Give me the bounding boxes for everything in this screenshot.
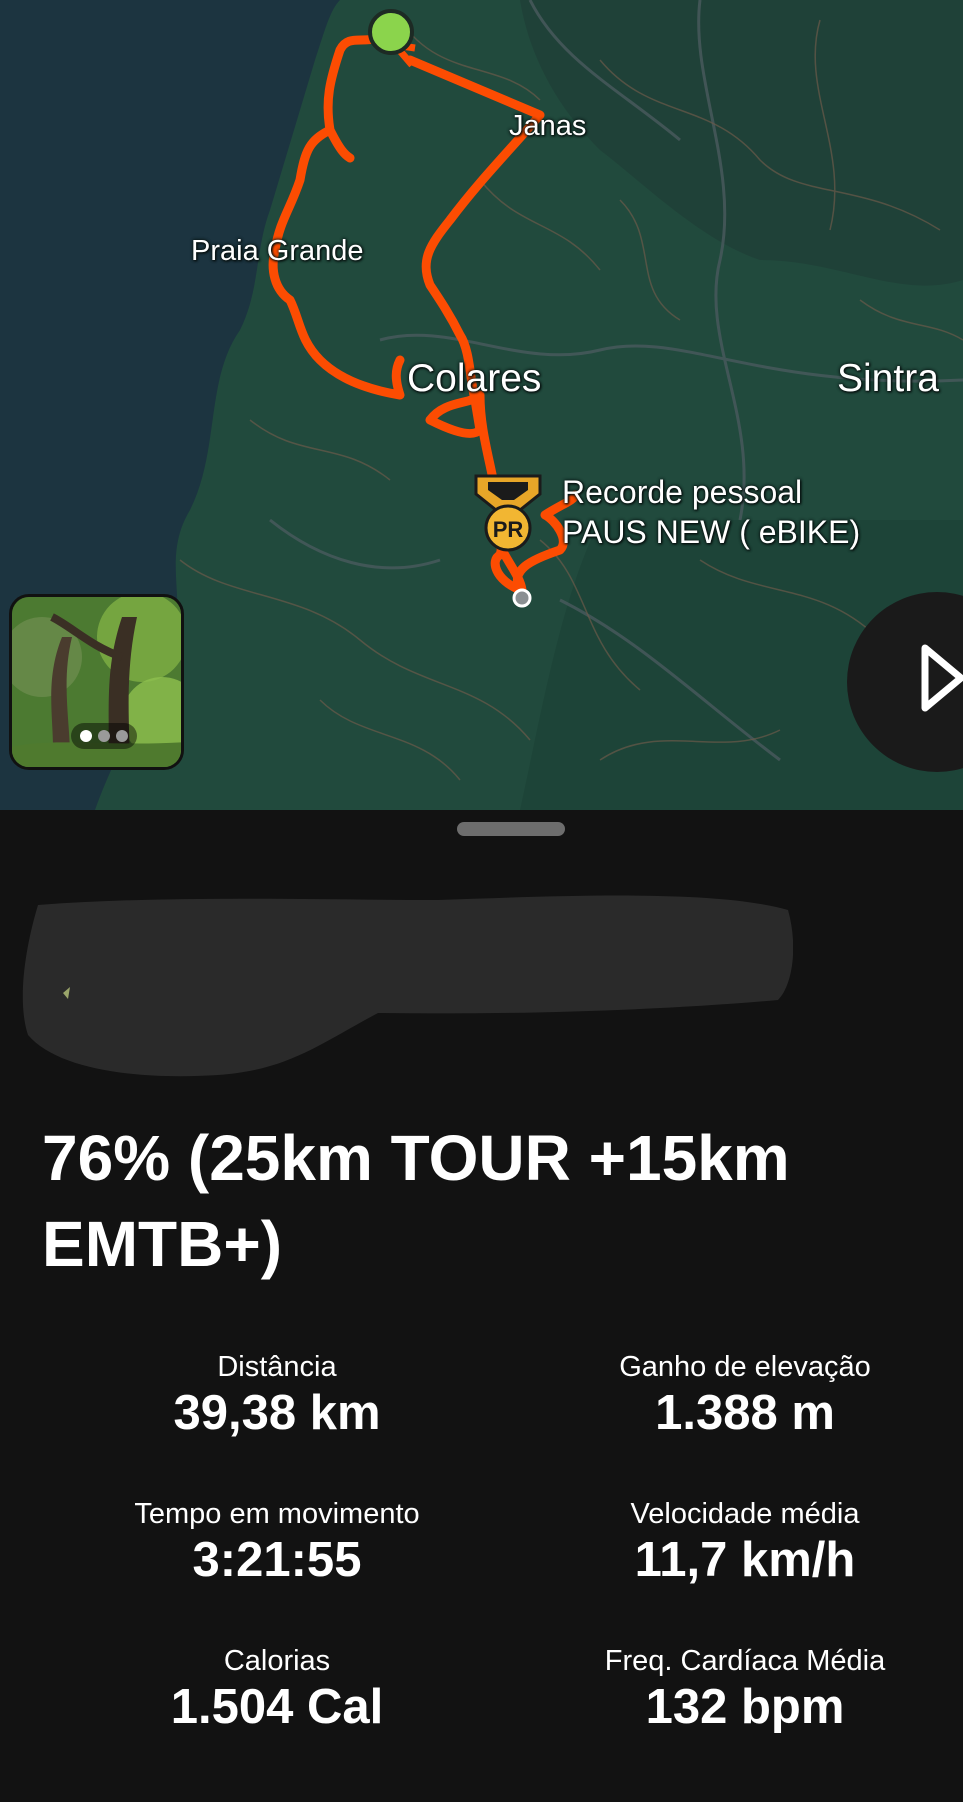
stat-calories: Calorias 1.504 Cal xyxy=(57,1644,497,1736)
stat-label: Ganho de elevação xyxy=(619,1351,871,1383)
activity-sheet: 76% (25km TOUR +15km EMTB+) Distância 39… xyxy=(0,810,963,1802)
route-map[interactable]: Janas Praia Grande Colares Sintra PR Rec… xyxy=(0,0,963,810)
stat-label: Freq. Cardíaca Média xyxy=(604,1645,886,1677)
pager-dot xyxy=(98,730,110,742)
stat-label: Calorias xyxy=(223,1645,331,1677)
stat-value: 11,7 km/h xyxy=(634,1533,856,1587)
stat-value: 3:21:55 xyxy=(192,1533,362,1587)
pager-dot-active xyxy=(80,730,92,742)
stat-label: Velocidade média xyxy=(630,1498,860,1530)
stat-average-speed: Velocidade média 11,7 km/h xyxy=(525,1497,963,1589)
pr-title: Recorde pessoal xyxy=(562,474,803,510)
stat-value: 39,38 km xyxy=(173,1386,381,1440)
stat-moving-time: Tempo em movimento 3:21:55 xyxy=(57,1497,497,1589)
place-label-colares: Colares xyxy=(407,357,542,400)
photo-thumbnail[interactable] xyxy=(9,594,184,770)
redacted-area xyxy=(22,895,793,1077)
stat-elevation-gain: Ganho de elevação 1.388 m xyxy=(525,1350,963,1442)
photo-pager-dots xyxy=(71,723,137,749)
stat-label: Distância xyxy=(217,1351,337,1383)
sheet-drag-handle[interactable] xyxy=(457,822,565,836)
stat-distance: Distância 39,38 km xyxy=(57,1350,497,1442)
play-icon xyxy=(921,644,963,712)
stat-value: 132 bpm xyxy=(645,1680,845,1734)
activity-title: 76% (25km TOUR +15km EMTB+) xyxy=(42,1122,790,1280)
end-marker[interactable] xyxy=(512,588,532,608)
stat-value: 1.388 m xyxy=(655,1386,835,1440)
stat-average-heart-rate: Freq. Cardíaca Média 132 bpm xyxy=(525,1644,963,1736)
start-marker[interactable] xyxy=(368,9,414,55)
stat-label: Tempo em movimento xyxy=(134,1498,420,1530)
pr-medal-icon[interactable]: PR xyxy=(472,472,544,552)
stat-value: 1.504 Cal xyxy=(170,1680,384,1734)
place-label-praia-grande: Praia Grande xyxy=(191,235,364,267)
pr-badge-text: PR xyxy=(493,517,524,542)
place-label-janas: Janas xyxy=(509,110,587,142)
place-label-sintra: Sintra xyxy=(837,357,939,400)
pager-dot xyxy=(116,730,128,742)
pr-segment-name: PAUS NEW ( eBIKE) xyxy=(562,514,861,550)
personal-record-callout[interactable]: Recorde pessoal PAUS NEW ( eBIKE) xyxy=(562,472,860,552)
